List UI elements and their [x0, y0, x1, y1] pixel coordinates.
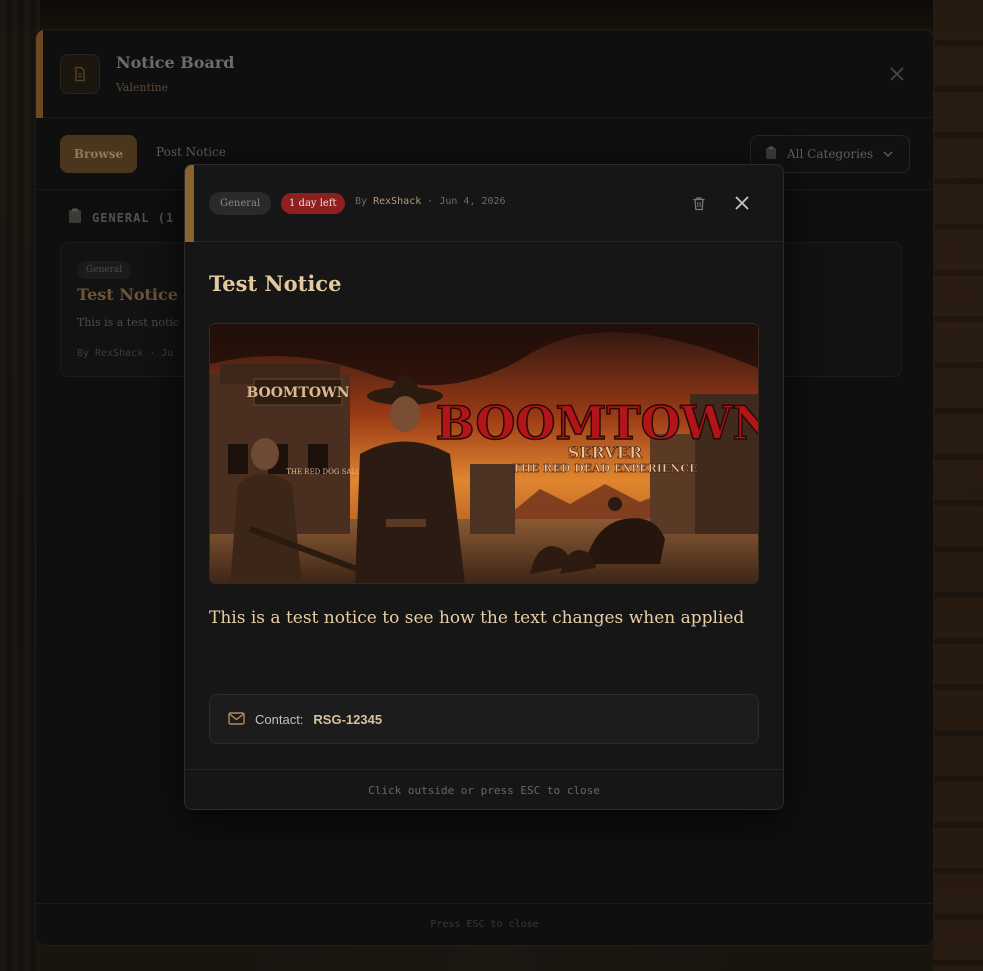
section-title: GENERAL (1	[68, 208, 174, 228]
close-icon[interactable]	[887, 64, 907, 84]
panel-footer: Press ESC to close	[36, 903, 933, 945]
section-title-text: GENERAL (1	[92, 211, 175, 225]
notice-meta: By RexShack · Jun 4, 2026	[355, 196, 506, 207]
contact-box: Contact: RSG-12345	[209, 694, 759, 744]
image-sign-text: BOOMTOWN	[246, 385, 349, 401]
card-title: Test Notice	[77, 285, 178, 304]
notice-modal: General 1 day left By RexShack · Jun 4, …	[184, 164, 784, 810]
modal-footer-hint: Click outside or press ESC to close	[185, 769, 783, 809]
clipboard-icon	[68, 208, 82, 228]
expiry-badge: 1 day left	[281, 193, 345, 214]
background-wood-left	[0, 0, 40, 971]
card-body: This is a test notic	[77, 316, 180, 329]
modal-header: General 1 day left By RexShack · Jun 4, …	[185, 165, 783, 242]
boomtown-banner: BOOMTOWN THE RED DOG SALOON BOOMTOWN SER…	[210, 324, 759, 583]
mail-icon	[228, 710, 245, 729]
notice-image: BOOMTOWN THE RED DOG SALOON BOOMTOWN SER…	[209, 323, 759, 584]
by-label: By	[355, 196, 368, 207]
card-tag: General	[77, 261, 132, 279]
image-tagline-text: THE RED DEAD EXPERIENCE	[513, 462, 698, 475]
panel-header: Notice Board Valentine	[36, 30, 933, 118]
author-name: RexShack	[373, 196, 422, 207]
background-top	[0, 0, 983, 30]
notice-date: · Jun 4, 2026	[427, 196, 506, 207]
board-location: Valentine	[116, 81, 169, 94]
trash-icon[interactable]	[690, 194, 708, 212]
chevron-down-icon	[883, 147, 893, 161]
image-subheading-text: SERVER	[568, 443, 643, 462]
modal-accent	[185, 165, 194, 242]
contact-value: RSG-12345	[313, 711, 383, 727]
notice-body: This is a test notice to see how the tex…	[209, 608, 745, 628]
card-meta: By RexShack · Ju	[77, 348, 174, 359]
document-icon	[60, 54, 100, 94]
category-badge: General	[209, 192, 272, 215]
tab-browse[interactable]: Browse	[60, 135, 137, 173]
tab-post-notice[interactable]: Post Notice	[156, 145, 226, 159]
board-title: Notice Board	[116, 53, 235, 72]
contact-label: Contact:	[255, 711, 304, 727]
notice-title: Test Notice	[209, 271, 342, 296]
background-wood-right	[933, 0, 983, 971]
image-heading-text: BOOMTOWN	[436, 396, 759, 450]
header-accent	[36, 30, 43, 118]
close-icon[interactable]	[732, 193, 752, 213]
clipboard-icon	[765, 146, 777, 163]
category-select-label: All Categories	[787, 147, 874, 161]
